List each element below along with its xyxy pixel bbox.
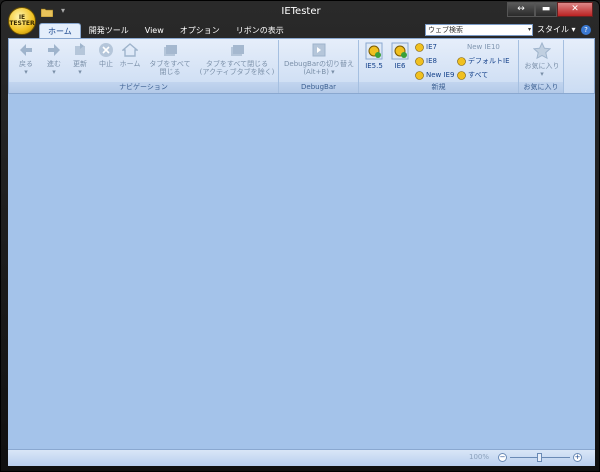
close-others-label-line1: タブをすべて閉じる xyxy=(205,60,269,68)
restore-button[interactable]: ↔ xyxy=(507,2,535,17)
ie8-icon xyxy=(415,56,424,66)
app-window: IETester IE TESTER ▾ ↔ ▬ ✕ ホーム 開発ツール Vie… xyxy=(0,0,600,472)
ie6-label: IE6 xyxy=(394,62,406,70)
zoom-out-button[interactable]: − xyxy=(498,453,507,462)
home-label: ホーム xyxy=(119,60,141,68)
ie55-icon xyxy=(365,42,383,60)
close-others-label-line2: (アクティブタブを除く) xyxy=(199,68,275,76)
refresh-label: 更新 xyxy=(73,60,87,68)
all-ie-button[interactable]: すべて xyxy=(457,70,488,80)
search-dropdown-icon[interactable]: ▾ xyxy=(528,25,531,35)
style-menu-button[interactable]: スタイル ▾ xyxy=(537,24,576,36)
group-label-navigation: ナビゲーション xyxy=(9,82,278,93)
debugbar-label-line2: (Alt+B) xyxy=(303,68,329,76)
tab-ribbon-display[interactable]: リボンの表示 xyxy=(228,23,292,38)
status-bar: 100% − + xyxy=(8,449,595,466)
close-button[interactable]: ✕ xyxy=(557,2,593,17)
ie7-button[interactable]: IE7 xyxy=(415,42,437,52)
new-ie9-button[interactable]: New IE9 xyxy=(415,70,454,80)
new-ie10-label: New IE10 xyxy=(467,43,500,51)
stop-button[interactable]: 中止 xyxy=(95,42,117,68)
close-all-label-line1: タブをすべて xyxy=(149,60,191,68)
refresh-button[interactable]: 更新 ▾ xyxy=(67,42,93,76)
stop-label: 中止 xyxy=(99,60,113,68)
group-new: IE5.5 IE6 IE7 IE8 New IE9 New IE10 デフォルト… xyxy=(359,40,519,93)
refresh-icon xyxy=(75,43,85,55)
default-ie-icon xyxy=(457,56,466,66)
style-label: スタイル xyxy=(537,25,569,34)
forward-arrow-icon xyxy=(48,44,60,56)
favorites-label: お気に入り xyxy=(524,62,560,70)
ie8-button[interactable]: IE8 xyxy=(415,56,437,66)
browser-content-area[interactable] xyxy=(8,94,595,449)
ribbon-tabs: ホーム 開発ツール View オプション リボンの表示 xyxy=(39,23,292,39)
ie55-label: IE5.5 xyxy=(365,62,383,70)
ie7-icon xyxy=(415,42,424,52)
default-ie-button[interactable]: デフォルトIE xyxy=(457,56,510,66)
forward-label: 進む xyxy=(47,60,61,68)
close-all-tabs-button[interactable]: タブをすべて 閉じる xyxy=(144,42,196,76)
group-debugbar: DebugBarの切り替え (Alt+B) ▾ DebugBar xyxy=(279,40,359,93)
home-button[interactable]: ホーム xyxy=(117,42,143,68)
all-ie-label: すべて xyxy=(468,71,489,79)
back-button[interactable]: 戻る ▾ xyxy=(13,42,39,76)
default-ie-label: デフォルトIE xyxy=(468,57,510,65)
close-other-tabs-button[interactable]: タブをすべて閉じる (アクティブタブを除く) xyxy=(197,42,277,76)
folder-icon[interactable] xyxy=(41,7,53,17)
tab-devtools[interactable]: 開発ツール xyxy=(81,23,137,38)
back-label: 戻る xyxy=(19,60,33,68)
all-ie-icon xyxy=(457,70,466,80)
qat-dropdown-icon[interactable]: ▾ xyxy=(61,6,65,15)
zoom-level: 100% xyxy=(469,453,490,461)
tab-view[interactable]: View xyxy=(137,23,172,38)
back-arrow-icon xyxy=(20,44,32,56)
help-icon[interactable]: ? xyxy=(581,25,591,35)
ie7-label: IE7 xyxy=(426,43,437,51)
group-label-debugbar: DebugBar xyxy=(279,82,358,93)
star-icon xyxy=(533,42,551,60)
group-favorites: お気に入り ▾ お気に入り xyxy=(519,40,564,93)
debugbar-icon xyxy=(312,43,326,57)
ie6-button[interactable]: IE6 xyxy=(388,42,412,70)
tab-home[interactable]: ホーム xyxy=(39,23,81,39)
group-navigation: 戻る ▾ 進む ▾ 更新 ▾ 中止 ホーム タブをすべて 閉じる タブをすべて閉… xyxy=(9,40,279,93)
group-label-new: 新規 xyxy=(359,82,518,93)
ie9-icon xyxy=(415,70,424,80)
debugbar-toggle-button[interactable]: DebugBarの切り替え (Alt+B) ▾ xyxy=(281,42,357,76)
close-tabs-icon xyxy=(164,45,177,56)
tab-options[interactable]: オプション xyxy=(172,23,228,38)
forward-button[interactable]: 進む ▾ xyxy=(41,42,67,76)
ie8-label: IE8 xyxy=(426,57,437,65)
minimize-button[interactable]: ▬ xyxy=(535,2,557,17)
stop-icon xyxy=(99,43,113,57)
close-all-label-line2: 閉じる xyxy=(159,68,181,76)
group-label-favorites: お気に入り xyxy=(519,82,563,93)
window-controls: ↔ ▬ ✕ xyxy=(507,2,593,18)
search-placeholder: ウェブ検索 xyxy=(428,26,463,34)
web-search-input[interactable]: ウェブ検索 ▾ xyxy=(425,24,533,36)
ie6-icon xyxy=(391,42,409,60)
favorites-button[interactable]: お気に入り ▾ xyxy=(521,42,563,78)
home-icon xyxy=(122,43,138,57)
orb-label: IE TESTER xyxy=(9,14,35,27)
ribbon-panel: 戻る ▾ 進む ▾ 更新 ▾ 中止 ホーム タブをすべて 閉じる タブをすべて閉… xyxy=(8,38,595,94)
debugbar-label-line1: DebugBarの切り替え xyxy=(284,60,354,68)
app-orb-button[interactable]: IE TESTER xyxy=(8,7,36,35)
ie55-button[interactable]: IE5.5 xyxy=(362,42,386,70)
close-other-tabs-icon xyxy=(231,45,244,56)
new-ie9-label: New IE9 xyxy=(426,71,455,79)
new-ie10-button[interactable]: New IE10 xyxy=(467,42,500,52)
zoom-in-button[interactable]: + xyxy=(573,453,582,462)
zoom-slider-thumb[interactable] xyxy=(537,453,542,462)
